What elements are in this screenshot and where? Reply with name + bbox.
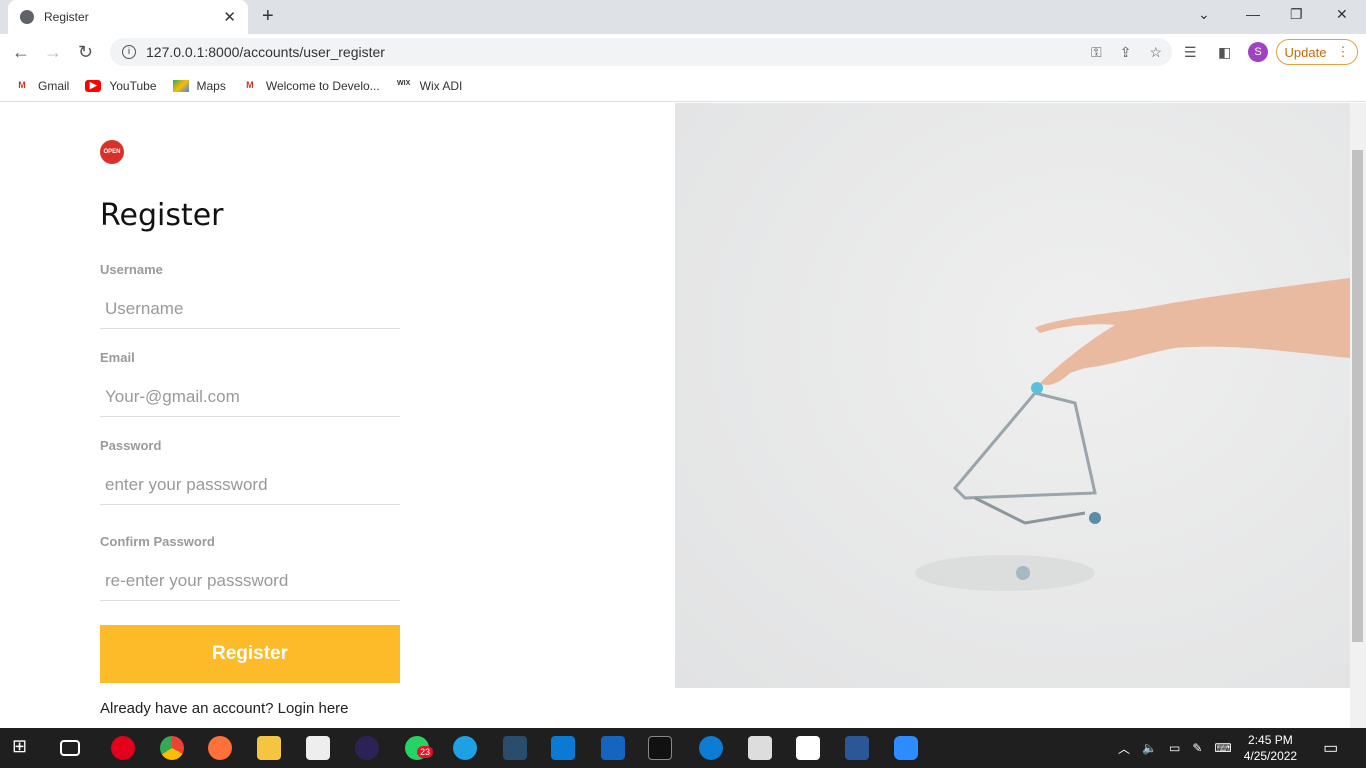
username-label: Username [100, 262, 163, 277]
maps-icon [172, 79, 189, 92]
site-info-icon[interactable]: i [122, 45, 136, 59]
bookmark-label: Gmail [38, 78, 70, 93]
username-input[interactable] [100, 289, 400, 329]
password-input[interactable] [100, 465, 400, 505]
back-button[interactable]: ← [12, 42, 30, 63]
bookmark-label: Maps [196, 78, 226, 93]
tab-search-icon[interactable]: ⌄ [1198, 6, 1210, 23]
media-icon[interactable]: ☰ [1184, 44, 1197, 61]
bookmark-label: YouTube [109, 78, 157, 93]
mysql-icon[interactable] [503, 736, 527, 760]
youtube-icon: ▶ [85, 79, 102, 92]
key-icon[interactable]: ⚿ [1091, 44, 1102, 61]
calculator-icon[interactable] [748, 736, 772, 760]
update-button[interactable]: Update ⋮ [1276, 39, 1358, 65]
chevron-up-icon[interactable]: ︿ [1118, 740, 1130, 757]
bookmarks-bar: M Gmail ▶ YouTube Maps M Welcome to Develo.… [0, 70, 1366, 102]
page-title: Register [100, 198, 224, 233]
bookmark-gmail[interactable]: M Gmail [14, 79, 69, 93]
clock[interactable]: 2:45 PM 4/25/2022 [1244, 732, 1297, 764]
battery-icon[interactable]: ▭ [1169, 741, 1180, 755]
start-icon[interactable]: ⊞ [12, 736, 36, 760]
register-button[interactable]: Register [100, 625, 400, 683]
email-label: Email [100, 350, 135, 365]
time: 2:45 PM [1248, 733, 1293, 747]
email-input[interactable] [100, 377, 400, 417]
word-icon[interactable] [845, 736, 869, 760]
system-tray: ︿ 🔈 ▭ ✎ ⌨ 2:45 PM 4/25/2022 ▭ [1118, 728, 1338, 768]
firefox-icon[interactable] [208, 736, 232, 760]
pen-icon[interactable]: ✎ [1192, 741, 1202, 755]
eclipse-icon[interactable] [355, 736, 379, 760]
bookmark-welcome[interactable]: M Welcome to Develo... [242, 79, 380, 93]
bookmark-maps[interactable]: Maps [172, 78, 226, 93]
notifications-icon[interactable]: ▭ [1323, 738, 1338, 758]
url-text: 127.0.0.1:8000/accounts/user_register [146, 44, 385, 60]
opera-icon[interactable] [111, 736, 135, 760]
login-link[interactable]: Already have an account? Login here [100, 700, 349, 717]
terminal-icon[interactable] [648, 736, 672, 760]
hand-cart-illustration [915, 278, 1350, 591]
store-icon[interactable] [306, 736, 330, 760]
tab-title: Register [44, 10, 89, 24]
volume-icon[interactable]: 🔈 [1142, 741, 1157, 755]
site-logo[interactable]: OPEN [100, 140, 124, 164]
more-icon: ⋮ [1336, 44, 1350, 59]
minimize-button[interactable]: — [1246, 6, 1260, 22]
photos-icon[interactable] [796, 736, 820, 760]
file-explorer-icon[interactable] [257, 736, 281, 760]
password-label: Password [100, 438, 162, 453]
restore-button[interactable]: ❐ [1290, 6, 1303, 23]
bookmark-label: Welcome to Develo... [265, 78, 380, 93]
update-label: Update [1284, 44, 1327, 60]
date: 4/25/2022 [1243, 749, 1298, 763]
side-panel-icon[interactable]: ◧ [1218, 44, 1231, 61]
new-tab-button[interactable]: + [262, 5, 274, 28]
gmail-icon: M [18, 79, 26, 90]
edge-icon[interactable] [699, 736, 723, 760]
tab-strip: Register ✕ + ⌄ — ❐ ✕ [0, 0, 1366, 34]
wix-icon: WIX [397, 79, 411, 87]
vscode-icon[interactable] [551, 736, 575, 760]
reload-button[interactable]: ↻ [78, 42, 93, 63]
bookmark-youtube[interactable]: ▶ YouTube [85, 78, 157, 93]
ie-icon[interactable] [453, 736, 477, 760]
register-page: OPEN Register Username Email Password Co… [0, 103, 1350, 728]
profile-avatar[interactable]: S [1248, 42, 1268, 62]
address-bar[interactable]: i 127.0.0.1:8000/accounts/user_register … [110, 38, 1172, 66]
scrollbar-thumb[interactable] [1352, 150, 1363, 642]
gmail-icon: M [246, 79, 254, 90]
browser-toolbar: ← → ↻ i 127.0.0.1:8000/accounts/user_reg… [0, 34, 1366, 70]
globe-icon [20, 10, 34, 24]
task-view-icon[interactable] [60, 740, 80, 756]
keyboard-icon[interactable]: ⌨ [1214, 741, 1231, 755]
lync-icon[interactable] [601, 736, 625, 760]
confirm-password-label: Confirm Password [100, 534, 215, 549]
bookmark-wix[interactable]: WIX Wix ADI [396, 78, 463, 93]
close-tab-icon[interactable]: ✕ [223, 8, 236, 26]
close-window-button[interactable]: ✕ [1336, 6, 1348, 23]
star-icon[interactable]: ☆ [1149, 44, 1162, 61]
whatsapp-badge: 23 [417, 746, 434, 758]
bookmark-label: Wix ADI [419, 78, 463, 93]
zoom-icon[interactable] [894, 736, 918, 760]
hero-image-cart [675, 103, 1350, 688]
whatsapp-icon[interactable]: 23 [405, 736, 434, 760]
chrome-icon[interactable] [160, 736, 184, 760]
tab-register[interactable]: Register ✕ [8, 0, 248, 34]
confirm-password-input[interactable] [100, 561, 400, 601]
windows-taskbar: ⊞ 23 ︿ 🔈 ▭ ✎ ⌨ 2:45 PM 4/25/2022 ▭ [0, 728, 1366, 768]
share-icon[interactable]: ⇪ [1120, 44, 1132, 61]
forward-button[interactable]: → [44, 42, 62, 63]
